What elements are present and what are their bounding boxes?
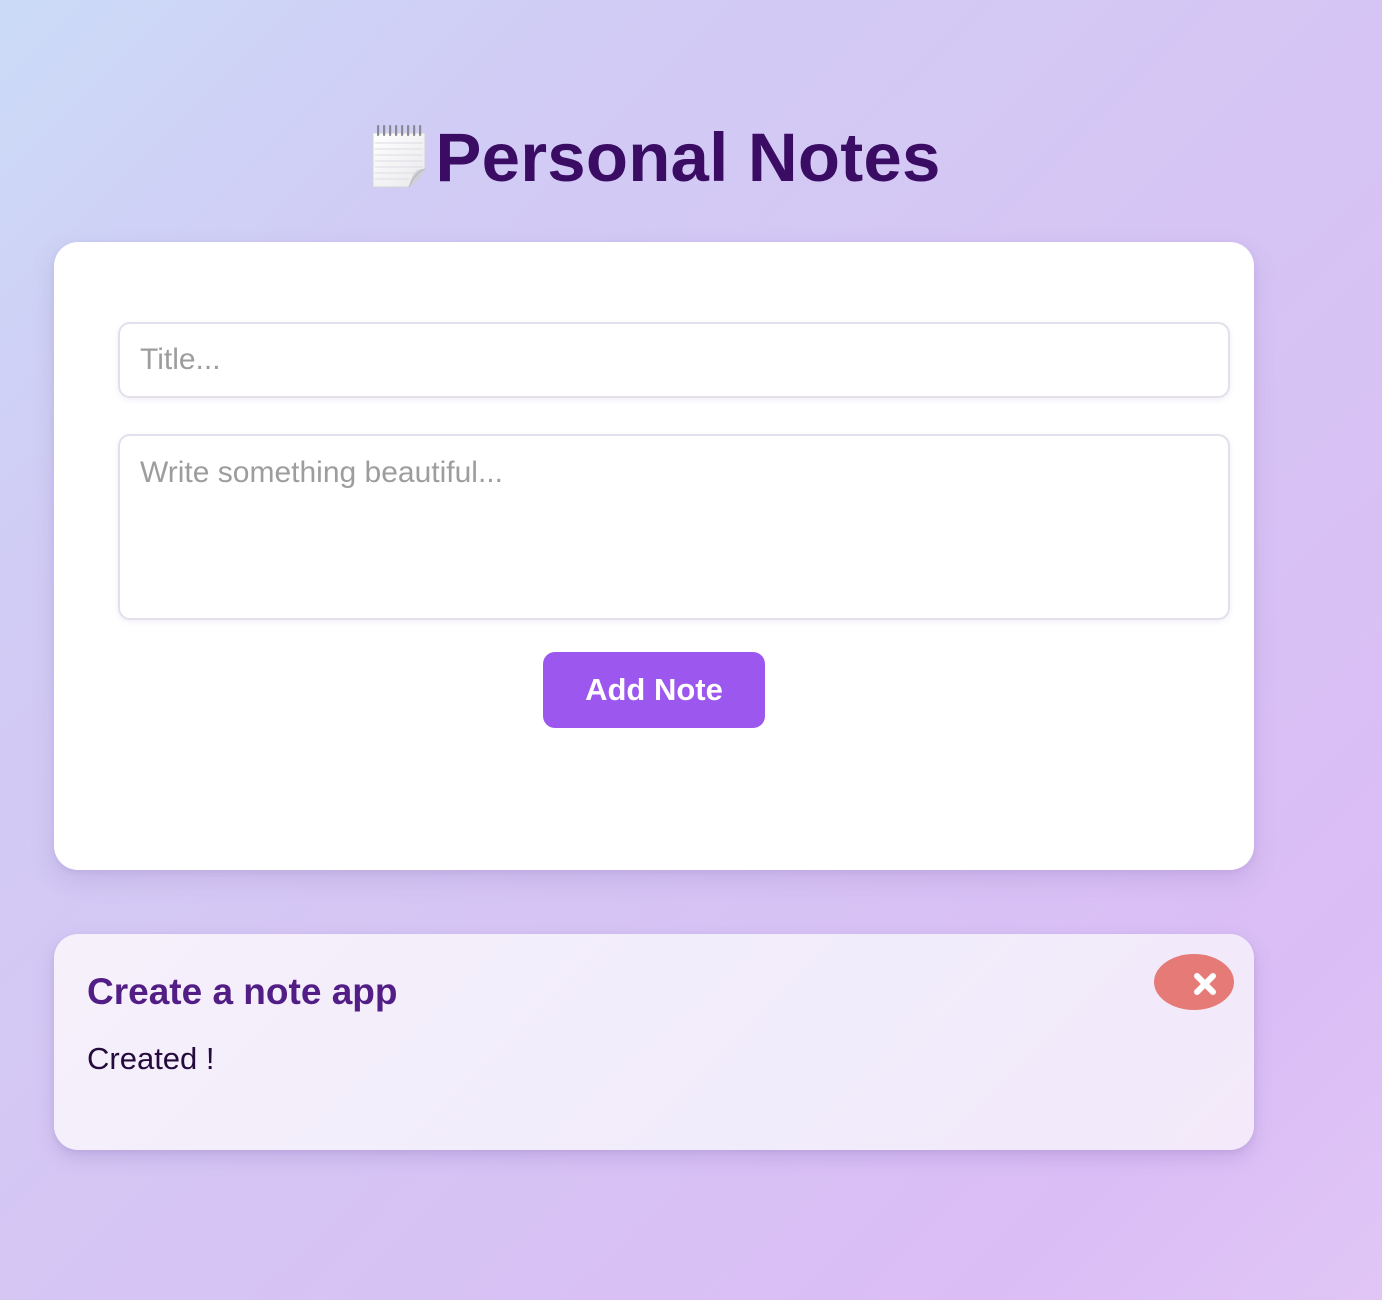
- note-title: Create a note app: [87, 971, 398, 1012]
- close-x-icon: [1192, 971, 1218, 997]
- note-content-textarea[interactable]: [118, 434, 1230, 620]
- note-composer-card: Add Note: [54, 242, 1254, 870]
- page-title: Personal Notes: [435, 118, 941, 196]
- note-body: Created !: [87, 1041, 215, 1076]
- notepad-spiral-icon: [369, 123, 429, 191]
- add-note-button[interactable]: Add Note: [543, 652, 765, 728]
- app-header: Personal Notes: [0, 112, 1310, 202]
- title-input[interactable]: [118, 322, 1230, 398]
- note-card: Create a note app Created !: [54, 934, 1254, 1150]
- delete-note-button[interactable]: [1154, 954, 1234, 1010]
